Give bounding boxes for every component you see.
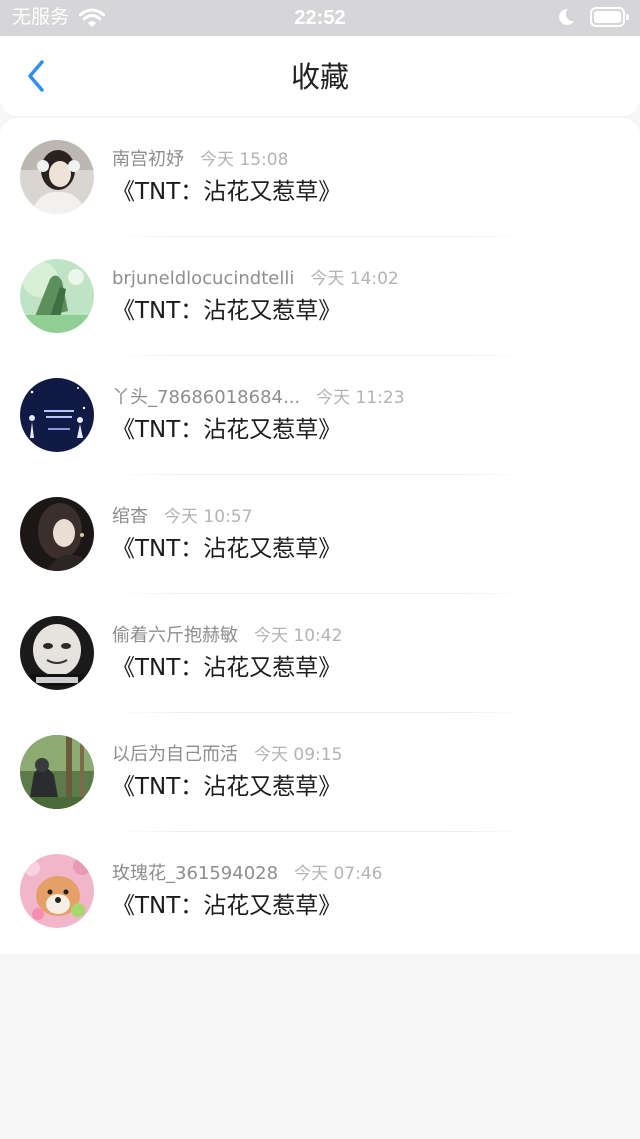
moon-icon — [559, 8, 574, 25]
favorite-item[interactable]: brjuneldlocucindtelli 今天 14:02 《TNT：沾花又惹草… — [0, 237, 640, 356]
song-title[interactable]: 《TNT：沾花又惹草》 — [112, 414, 341, 446]
user-name[interactable]: 以后为自己而活 — [112, 744, 238, 765]
favorite-item[interactable]: 绾杳 今天 10:57 《TNT：沾花又惹草》 — [0, 475, 640, 594]
avatar[interactable] — [20, 140, 94, 214]
status-bar: 无服务 22:52 — [0, 0, 640, 36]
favorite-item[interactable]: 南宫初妤 今天 15:08 《TNT：沾花又惹草》 — [0, 118, 640, 237]
avatar[interactable] — [20, 259, 94, 333]
timestamp: 今天 09:15 — [254, 745, 343, 765]
nav-bar: 收藏 — [0, 36, 640, 116]
battery-icon — [590, 7, 629, 27]
page-title: 收藏 — [290, 60, 349, 94]
song-title[interactable]: 《TNT：沾花又惹草》 — [112, 652, 341, 684]
favorites-list: 南宫初妤 今天 15:08 《TNT：沾花又惹草》 brjuneldlocucin… — [0, 118, 640, 954]
avatar[interactable] — [20, 497, 94, 571]
song-title[interactable]: 《TNT：沾花又惹草》 — [112, 533, 341, 565]
timestamp: 今天 14:02 — [310, 269, 399, 289]
song-title[interactable]: 《TNT：沾花又惹草》 — [112, 890, 341, 922]
avatar[interactable] — [20, 378, 94, 452]
song-title[interactable]: 《TNT：沾花又惹草》 — [112, 176, 341, 208]
avatar[interactable] — [20, 854, 94, 928]
favorite-item[interactable]: 偷着六斤抱赫敏 今天 10:42 《TNT：沾花又惹草》 — [0, 594, 640, 713]
user-name[interactable]: brjuneldlocucindtelli — [112, 268, 294, 289]
song-title[interactable]: 《TNT：沾花又惹草》 — [112, 771, 341, 803]
timestamp: 今天 07:46 — [294, 864, 383, 884]
timestamp: 今天 10:42 — [254, 626, 343, 646]
user-name[interactable]: 南宫初妤 — [112, 149, 184, 170]
timestamp: 今天 10:57 — [164, 507, 253, 527]
timestamp: 今天 15:08 — [200, 150, 289, 170]
status-time: 22:52 — [294, 7, 346, 29]
song-title[interactable]: 《TNT：沾花又惹草》 — [112, 295, 341, 327]
user-name[interactable]: 绾杳 — [112, 506, 148, 527]
avatar[interactable] — [20, 735, 94, 809]
user-name[interactable]: 偷着六斤抱赫敏 — [112, 625, 238, 646]
favorite-item[interactable]: 玫瑰花_361594028 今天 07:46 《TNT：沾花又惹草》 — [0, 832, 640, 951]
status-right — [556, 6, 630, 28]
avatar[interactable] — [20, 616, 94, 690]
user-name[interactable]: 玫瑰花_361594028 — [112, 863, 278, 884]
user-name[interactable]: 丫头_78686018684... — [112, 387, 300, 408]
favorite-item[interactable]: 丫头_78686018684... 今天 11:23 《TNT：沾花又惹草》 — [0, 356, 640, 475]
favorite-item[interactable]: 以后为自己而活 今天 09:15 《TNT：沾花又惹草》 — [0, 713, 640, 832]
timestamp: 今天 11:23 — [316, 388, 405, 408]
